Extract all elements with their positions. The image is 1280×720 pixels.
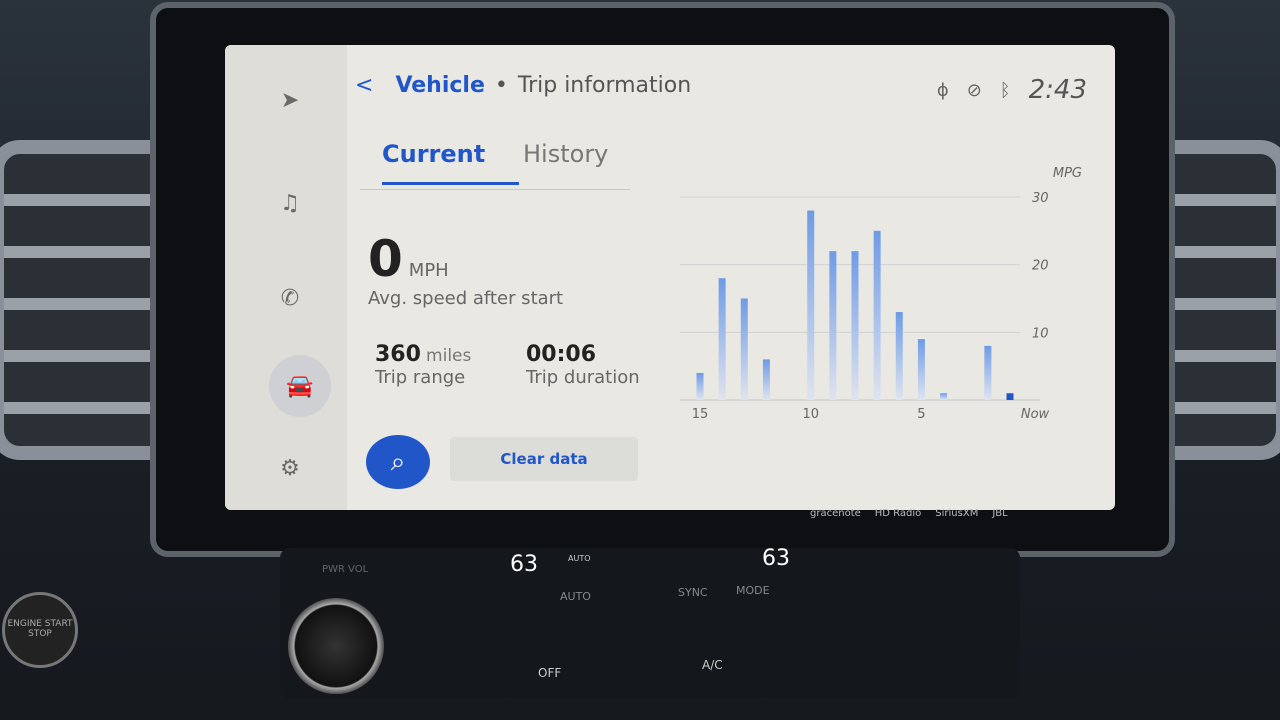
infotainment-screen: ➤ ♫ ✆ 🚘 ⚙ < Vehicle • Trip information ϕ…	[225, 45, 1115, 510]
volume-knob[interactable]	[288, 598, 384, 694]
trip-range: 360 miles Trip range	[375, 342, 471, 388]
mode-button[interactable]: MODE	[736, 584, 770, 597]
dashboard: ➤ ♫ ✆ 🚘 ⚙ < Vehicle • Trip information ϕ…	[0, 0, 1280, 720]
y-tick-label: 30	[1032, 191, 1049, 206]
avg-speed-value: 0	[368, 230, 403, 288]
mpg-chart: 10 20 30 15 10 5 Now MPG	[680, 166, 1082, 422]
ac-button[interactable]: A/C	[702, 658, 723, 672]
bar-10	[807, 210, 815, 400]
fan-off-button[interactable]: OFF	[538, 666, 561, 680]
page-title: Trip information	[517, 73, 692, 98]
trip-duration-label: Trip duration	[526, 367, 640, 388]
phone-icon[interactable]: ✆	[267, 275, 313, 321]
trip-range-value: 360	[375, 342, 421, 367]
trip-range-unit: miles	[426, 346, 472, 366]
brand-logos: gracenote HD Radio SiriusXM JBL	[810, 508, 1008, 519]
tab-current[interactable]: Current	[382, 140, 519, 185]
car-icon[interactable]: 🚘	[269, 355, 331, 417]
avg-speed-unit: MPH	[408, 260, 449, 281]
status-bar: ϕ ⊘ ᛒ 2:43	[937, 75, 1087, 105]
breadcrumb: < Vehicle • Trip information	[355, 73, 691, 98]
y-tick-label: 10	[1032, 326, 1049, 341]
x-tick-label: 10	[802, 407, 819, 422]
trip-range-label: Trip range	[375, 367, 466, 388]
avg-speed-label: Avg. speed after start	[368, 288, 564, 309]
bar-14	[718, 278, 726, 400]
y-tick-label: 20	[1032, 259, 1049, 274]
y-axis-label: MPG	[1053, 166, 1082, 181]
breadcrumb-vehicle[interactable]: Vehicle	[395, 73, 484, 98]
wireless-charging-icon: ϕ	[936, 79, 949, 101]
bar-4	[940, 393, 948, 400]
trip-duration: 00:06 Trip duration	[526, 342, 640, 388]
bar-6	[895, 312, 903, 400]
bar-8	[851, 251, 859, 400]
logo-jbl: JBL	[992, 508, 1008, 519]
navigation-icon[interactable]: ➤	[267, 77, 313, 123]
bluetooth-icon: ᛒ	[999, 79, 1011, 101]
x-tick-label: 5	[917, 407, 925, 422]
bar-15	[696, 372, 704, 400]
trip-duration-value: 00:06	[526, 342, 597, 367]
bar-12	[762, 359, 770, 400]
clear-data-button[interactable]: Clear data	[450, 437, 638, 481]
logo-hd-radio: HD Radio	[874, 508, 922, 519]
sync-button[interactable]: SYNC	[678, 586, 708, 599]
x-tick-label: Now	[1021, 407, 1050, 422]
music-icon[interactable]: ♫	[267, 180, 313, 226]
clock: 2:43	[1028, 75, 1087, 105]
logo-siriusxm: SiriusXM	[935, 508, 979, 519]
x-tick-label: 15	[692, 407, 709, 422]
sidebar: ➤ ♫ ✆ 🚘 ⚙	[225, 45, 347, 510]
bar-13	[740, 298, 748, 400]
left-temp: 63	[510, 552, 538, 577]
engine-start-button[interactable]: ENGINE START STOP	[2, 592, 78, 668]
search-icon: ⌕	[390, 446, 406, 477]
bar-9	[829, 251, 837, 400]
gear-icon[interactable]: ⚙	[267, 445, 313, 491]
bar-1	[1006, 393, 1014, 400]
climate-controls: 63 AUTO 63 PWR VOL AUTO SYNC MODE OFF A/…	[280, 546, 1020, 698]
back-button[interactable]: <	[355, 73, 373, 98]
pwr-vol-label: PWR VOL	[322, 564, 369, 575]
auto-button[interactable]: AUTO	[560, 590, 591, 603]
tab-history[interactable]: History	[523, 140, 608, 182]
search-button[interactable]: ⌕	[366, 435, 430, 489]
bar-7	[873, 230, 881, 400]
voice-muted-icon: ⊘	[966, 79, 982, 101]
breadcrumb-separator: •	[494, 73, 508, 98]
logo-gracenote: gracenote	[810, 508, 861, 519]
tab-bar: Current History	[360, 140, 630, 190]
avg-speed: 0 MPH Avg. speed after start	[368, 230, 563, 309]
bar-5	[917, 339, 925, 400]
right-temp: 63	[762, 546, 790, 571]
auto-indicator: AUTO	[568, 554, 591, 563]
bar-2	[984, 345, 992, 400]
